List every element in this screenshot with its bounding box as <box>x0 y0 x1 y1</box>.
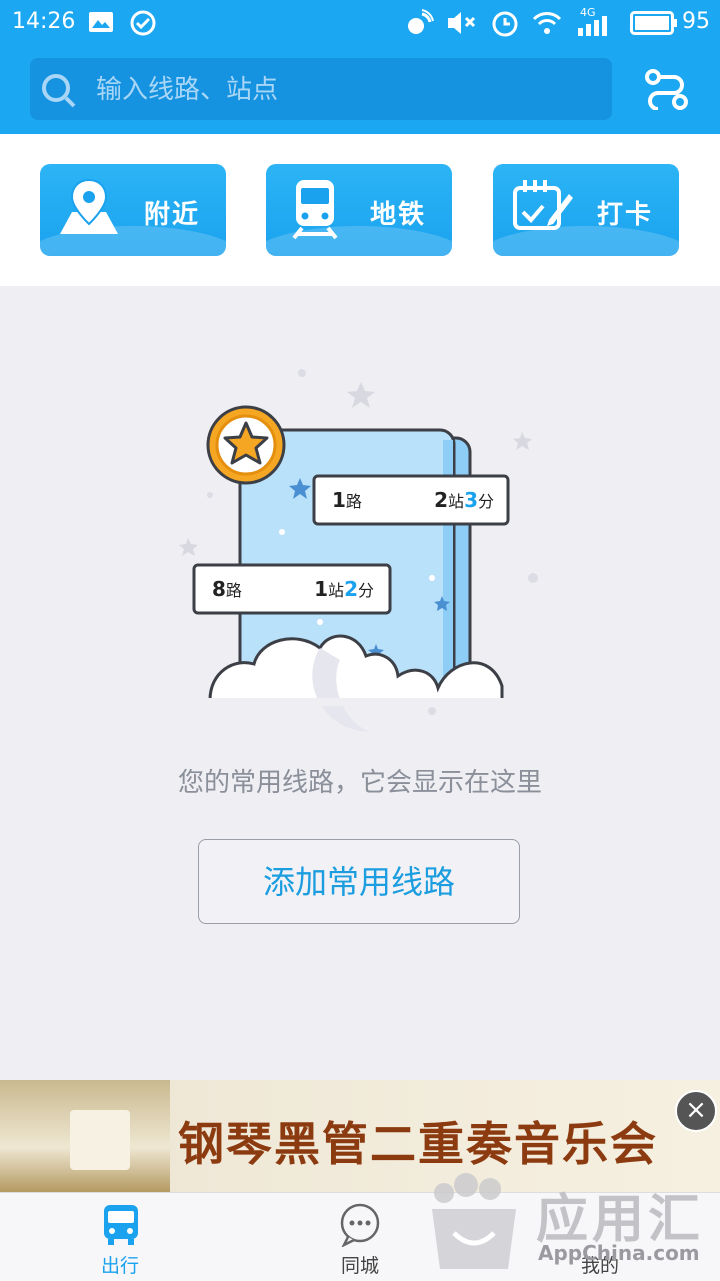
route-suffix: 路 <box>345 492 362 511</box>
nearby-label: 附近 <box>144 200 201 230</box>
map-pin-icon <box>60 178 118 234</box>
route-card-2: 8路 1站2分 <box>212 577 390 607</box>
check-circle-icon <box>130 10 156 36</box>
minutes-count: 2 <box>344 577 358 601</box>
route-number: 8 <box>212 577 226 601</box>
minutes-suffix: 分 <box>477 492 494 511</box>
subway-train-icon <box>292 180 338 240</box>
search-icon <box>42 74 76 108</box>
route-switch-icon[interactable] <box>644 68 688 110</box>
stops-suffix: 站 <box>328 581 345 600</box>
mute-icon <box>448 12 476 34</box>
tab-travel[interactable]: 出行 <box>60 1193 180 1281</box>
ad-close-button[interactable]: × <box>675 1090 717 1132</box>
appchina-watermark: 应用汇 AppChina.com <box>420 1165 720 1275</box>
chat-bubble-icon <box>340 1203 380 1247</box>
battery-icon <box>630 11 677 35</box>
route-suffix: 路 <box>225 581 242 600</box>
tab-city[interactable]: 同城 <box>300 1193 420 1281</box>
status-time: 14:26 <box>12 9 76 34</box>
nfc-icon <box>408 9 434 34</box>
tab-travel-label: 出行 <box>100 1255 139 1277</box>
stops-suffix: 站 <box>448 492 465 511</box>
subway-button[interactable]: 地铁 <box>266 164 452 256</box>
search-box[interactable] <box>30 58 612 122</box>
route-card-1: 1路 2站3分 <box>332 488 508 518</box>
quick-actions: 附近 地铁 打卡 <box>0 134 720 286</box>
stops-count: 2 <box>434 488 449 512</box>
watermark-site: AppChina.com <box>538 1241 700 1265</box>
empty-illustration <box>179 369 538 732</box>
route-number: 1 <box>332 488 346 512</box>
signal-icon <box>578 16 607 36</box>
minutes-suffix: 分 <box>357 581 374 600</box>
tab-city-label: 同城 <box>340 1255 379 1277</box>
subway-label: 地铁 <box>370 200 427 230</box>
image-icon <box>89 12 113 32</box>
alarm-icon <box>492 11 518 37</box>
nearby-button[interactable]: 附近 <box>40 164 226 256</box>
stops-count: 1 <box>314 577 329 601</box>
ad-decor <box>70 1110 130 1170</box>
status-bar: 14:26 4G 95 <box>0 0 720 46</box>
search-input[interactable] <box>94 58 598 122</box>
empty-state-message: 您的常用线路，它会显示在这里 <box>177 768 542 798</box>
header <box>0 46 720 134</box>
checkin-label: 打卡 <box>597 200 654 230</box>
checkin-calendar-icon <box>513 180 573 230</box>
bus-icon <box>104 1205 138 1245</box>
battery-level: 95 <box>682 9 710 34</box>
minutes-count: 3 <box>464 488 478 512</box>
appchina-logo-icon <box>432 1173 516 1269</box>
add-frequent-route-button[interactable]: 添加常用线路 <box>198 839 520 924</box>
checkin-button[interactable]: 打卡 <box>493 164 679 256</box>
wifi-icon <box>532 12 562 34</box>
